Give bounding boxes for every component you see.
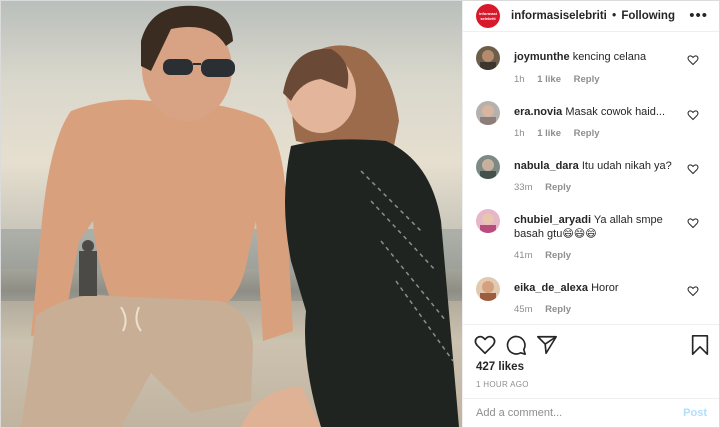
add-comment-bar: Add a comment... Post [463, 398, 719, 427]
post-header: informasi selebriti informasiselebriti •… [463, 1, 719, 32]
reply-button[interactable]: Reply [574, 128, 600, 139]
comments-list: joymunthe kencing celana 1h 1 like Reply [463, 32, 719, 324]
like-comment-heart-icon[interactable] [687, 285, 699, 297]
post-photo[interactable] [1, 1, 462, 427]
account-username[interactable]: informasiselebriti [511, 10, 607, 22]
comment-meta: 1h 1 like Reply [514, 128, 610, 139]
comment-text: chubiel_aryadi Ya allah smpe basah gtu😄😄… [514, 213, 686, 241]
post-side-panel: informasi selebriti informasiselebriti •… [462, 1, 719, 427]
comment-message: Itu udah nikah ya? [581, 160, 672, 172]
commenter-avatar[interactable] [476, 277, 500, 301]
comment-username[interactable]: joymunthe [514, 51, 570, 63]
likes-count[interactable]: 427 likes [476, 361, 524, 373]
comment-meta: 1h 1 like Reply [514, 74, 610, 85]
comment-message: kencing celana [572, 51, 647, 63]
reply-button[interactable]: Reply [545, 250, 571, 261]
comment-time: 33m [514, 182, 533, 193]
commenter-avatar[interactable] [476, 209, 500, 233]
post-actions: 427 likes 1 HOUR AGO Add a comment... Po… [463, 324, 719, 427]
comment-username[interactable]: eika_de_alexa [514, 282, 588, 294]
comment-text: nabula_dara Itu udah nikah ya? [514, 159, 686, 173]
reply-button[interactable]: Reply [545, 304, 571, 315]
comment-text: joymunthe kencing celana [514, 50, 686, 64]
comment-meta: 33m Reply [514, 182, 581, 193]
like-comment-heart-icon[interactable] [687, 217, 699, 229]
more-horizontal-icon[interactable]: ••• [689, 7, 708, 24]
comment-time: 45m [514, 304, 533, 315]
comment-username[interactable]: nabula_dara [514, 160, 579, 172]
commenter-avatar[interactable] [476, 46, 500, 70]
instagram-post: informasi selebriti informasiselebriti •… [0, 0, 720, 428]
comment-text: era.novia Masak cowok haid... [514, 105, 686, 119]
comment-icon[interactable] [505, 334, 527, 356]
following-button[interactable]: Following [621, 10, 675, 22]
post-comment-button[interactable]: Post [683, 407, 707, 419]
reply-button[interactable]: Reply [545, 182, 571, 193]
like-comment-heart-icon[interactable] [687, 109, 699, 121]
like-comment-heart-icon[interactable] [687, 54, 699, 66]
comment-input[interactable]: Add a comment... [476, 407, 562, 419]
comment-time: 41m [514, 250, 533, 261]
comment-text: eika_de_alexa Horor [514, 281, 686, 295]
account-avatar[interactable]: informasi selebriti [476, 4, 500, 28]
post-photo-illustration [1, 5, 462, 427]
comment-message: Horor [591, 282, 619, 294]
comment-time: 1h [514, 128, 525, 139]
comment-username[interactable]: chubiel_aryadi [514, 214, 591, 226]
like-comment-heart-icon[interactable] [687, 163, 699, 175]
comment-message: Masak cowok haid... [565, 106, 666, 118]
bookmark-icon[interactable] [689, 334, 711, 356]
reply-button[interactable]: Reply [574, 74, 600, 85]
comment-likes[interactable]: 1 like [537, 74, 561, 85]
heart-icon[interactable] [474, 334, 496, 356]
post-timestamp: 1 HOUR AGO [476, 380, 529, 389]
comment-time: 1h [514, 74, 525, 85]
commenter-avatar[interactable] [476, 155, 500, 179]
commenter-avatar[interactable] [476, 101, 500, 125]
comment-likes[interactable]: 1 like [537, 128, 561, 139]
comment-meta: 41m Reply [514, 250, 581, 261]
share-icon[interactable] [536, 334, 558, 356]
brand-logo-text: informasi selebriti [478, 11, 497, 21]
account-name-line: informasiselebriti • Following [511, 10, 675, 22]
comment-username[interactable]: era.novia [514, 106, 562, 118]
separator-dot: • [612, 10, 617, 22]
comment-meta: 45m Reply [514, 304, 581, 315]
